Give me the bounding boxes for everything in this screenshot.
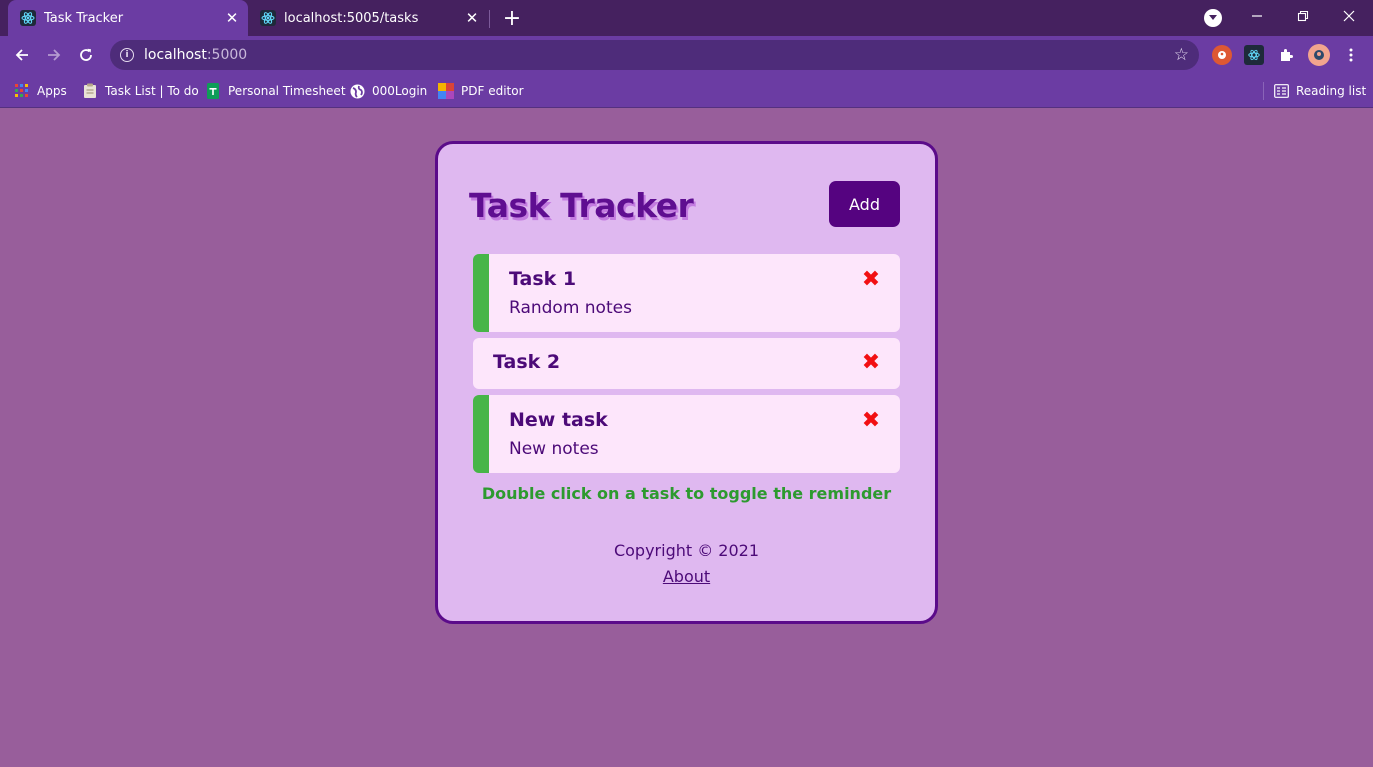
- address-url: localhost:5000: [144, 47, 247, 63]
- bookmark-task-list[interactable]: Task List | To do: [82, 81, 199, 101]
- bookmark-star-icon[interactable]: ☆: [1174, 45, 1189, 65]
- address-bar[interactable]: i localhost:5000 ☆: [110, 40, 1199, 70]
- task-notes: New notes: [509, 439, 599, 459]
- browser-toolbar: i localhost:5000 ☆: [0, 36, 1373, 74]
- close-tab-icon[interactable]: ✕: [222, 8, 242, 28]
- bookmark-apps[interactable]: Apps: [14, 81, 67, 101]
- browser-tab-bar: Task Tracker ✕ localhost:5005/tasks ✕ +: [0, 0, 1373, 36]
- chevron-down-icon: [1209, 15, 1217, 20]
- profile-avatar[interactable]: [1308, 44, 1330, 66]
- reload-button[interactable]: [73, 42, 99, 68]
- clipboard-icon: [82, 83, 98, 99]
- close-tab-icon[interactable]: ✕: [462, 8, 482, 28]
- minimize-button[interactable]: [1242, 4, 1272, 28]
- url-host: localhost: [144, 47, 207, 63]
- bookmark-pdf-editor[interactable]: PDF editor: [438, 81, 524, 101]
- task-title: New task: [509, 409, 608, 431]
- react-devtools-extension-icon[interactable]: [1244, 45, 1264, 65]
- restore-icon: [1297, 10, 1309, 22]
- globe-icon: [349, 83, 365, 99]
- task-item[interactable]: Task 2 ✖: [473, 338, 900, 389]
- browser-menu-icon[interactable]: [1341, 45, 1361, 65]
- tab-search-button[interactable]: [1204, 9, 1222, 27]
- duckduckgo-extension-icon[interactable]: [1212, 45, 1232, 65]
- task-item[interactable]: New task New notes ✖: [473, 395, 900, 473]
- react-icon: [260, 10, 276, 26]
- react-icon: [20, 10, 36, 26]
- bookmark-label: 000Login: [372, 84, 428, 98]
- site-info-icon[interactable]: i: [120, 48, 134, 62]
- delete-task-icon[interactable]: ✖: [862, 408, 880, 433]
- extensions-puzzle-icon[interactable]: [1276, 45, 1296, 65]
- tab-title: Task Tracker: [44, 10, 124, 26]
- reading-list-button[interactable]: Reading list: [1273, 81, 1366, 101]
- add-task-button[interactable]: Add: [829, 181, 900, 227]
- restore-button[interactable]: [1288, 4, 1318, 28]
- minimize-icon: [1252, 15, 1262, 17]
- url-port: :5000: [206, 47, 248, 63]
- close-window-button[interactable]: [1334, 4, 1364, 28]
- bookmark-000login[interactable]: 000Login: [349, 81, 427, 101]
- copyright-text: Copyright © 2021: [613, 541, 760, 560]
- reading-list-icon: [1273, 83, 1289, 99]
- reading-list-label: Reading list: [1296, 84, 1367, 98]
- task-notes: Random notes: [509, 298, 632, 318]
- bookmark-label: Task List | To do: [105, 84, 199, 98]
- forward-button[interactable]: [41, 42, 67, 68]
- task-title: Task 1: [509, 268, 577, 290]
- reload-icon: [80, 48, 92, 61]
- tab-title: localhost:5005/tasks: [284, 10, 419, 26]
- tab-localhost-tasks[interactable]: localhost:5005/tasks ✕: [248, 0, 488, 36]
- bookmark-label: Personal Timesheet: [228, 84, 346, 98]
- bookmarks-bar: Apps Task List | To do Personal Timeshee…: [0, 74, 1373, 108]
- delete-task-icon[interactable]: ✖: [862, 350, 880, 375]
- back-button[interactable]: [9, 42, 35, 68]
- pdf-editor-icon: [438, 83, 454, 99]
- reminder-hint: Double click on a task to toggle the rem…: [481, 484, 892, 503]
- forward-arrow-icon: [48, 49, 61, 61]
- task-item[interactable]: Task 1 Random notes ✖: [473, 254, 900, 332]
- tab-task-tracker[interactable]: Task Tracker ✕: [8, 0, 248, 36]
- apps-grid-icon: [14, 83, 30, 99]
- about-link[interactable]: About: [438, 567, 935, 586]
- task-tracker-container: Task Tracker Add Task 1 Random notes ✖ T…: [435, 141, 938, 624]
- tab-separator: [489, 10, 490, 28]
- new-tab-button[interactable]: +: [500, 6, 524, 31]
- page-title: Task Tracker: [469, 186, 694, 225]
- bookmark-personal-timesheet[interactable]: Personal Timesheet: [205, 81, 346, 101]
- delete-task-icon[interactable]: ✖: [862, 267, 880, 292]
- bookmark-label: PDF editor: [461, 84, 524, 98]
- back-arrow-icon: [15, 49, 28, 61]
- bookmark-label: Apps: [37, 84, 67, 98]
- close-icon: [1343, 10, 1355, 22]
- sheets-icon: [205, 83, 221, 99]
- task-title: Task 2: [493, 351, 561, 373]
- bookmarks-divider: [1263, 82, 1264, 100]
